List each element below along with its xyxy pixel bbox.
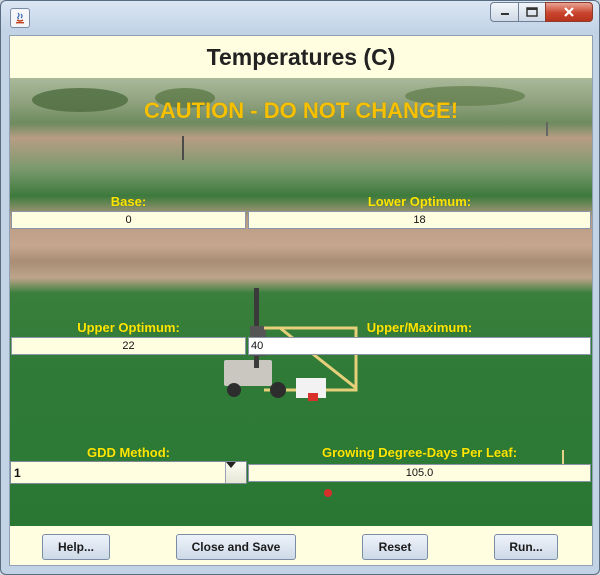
field-background-photo: CAUTION - DO NOT CHANGE! Base: Lower Opt… <box>10 78 592 526</box>
gdd-per-leaf-field[interactable]: 105.0 <box>248 464 591 482</box>
run-button[interactable]: Run... <box>494 534 558 560</box>
reset-button[interactable]: Reset <box>362 534 428 560</box>
page-title: Temperatures (C) <box>206 43 396 70</box>
close-icon <box>564 7 574 17</box>
gdd-per-leaf-label: Growing Degree-Days Per Leaf: <box>321 445 518 460</box>
title-bar[interactable] <box>1 1 599 35</box>
button-bar: Help... Close and Save Reset Run... <box>10 526 592 565</box>
upper-maximum-label: Upper/Maximum: <box>366 320 473 335</box>
help-button[interactable]: Help... <box>42 534 110 560</box>
java-app-icon[interactable] <box>10 8 30 28</box>
base-label: Base: <box>110 194 147 209</box>
lower-optimum-label: Lower Optimum: <box>367 194 472 209</box>
gdd-method-label: GDD Method: <box>86 445 171 460</box>
maximize-button[interactable] <box>518 2 545 22</box>
dialog-content: Temperatures (C) CAUTION - DO NOT CHANGE… <box>9 35 593 566</box>
lower-optimum-field[interactable]: 18 <box>248 211 591 229</box>
maximize-icon <box>526 7 538 17</box>
upper-optimum-field[interactable]: 22 <box>11 337 246 355</box>
chevron-down-icon <box>226 462 236 468</box>
gdd-method-select[interactable]: 1 <box>10 461 247 484</box>
minimize-button[interactable] <box>490 2 518 22</box>
base-field[interactable]: 0 <box>11 211 246 229</box>
app-window: Temperatures (C) CAUTION - DO NOT CHANGE… <box>0 0 600 575</box>
upper-maximum-field[interactable]: 40 <box>248 337 591 355</box>
close-window-button[interactable] <box>545 2 593 22</box>
dropdown-arrow[interactable] <box>225 462 246 483</box>
caution-label: CAUTION - DO NOT CHANGE! <box>143 98 459 123</box>
upper-optimum-label: Upper Optimum: <box>77 320 180 335</box>
gdd-method-value: 1 <box>14 466 21 480</box>
minimize-icon <box>500 13 509 15</box>
close-and-save-button[interactable]: Close and Save <box>176 534 296 560</box>
